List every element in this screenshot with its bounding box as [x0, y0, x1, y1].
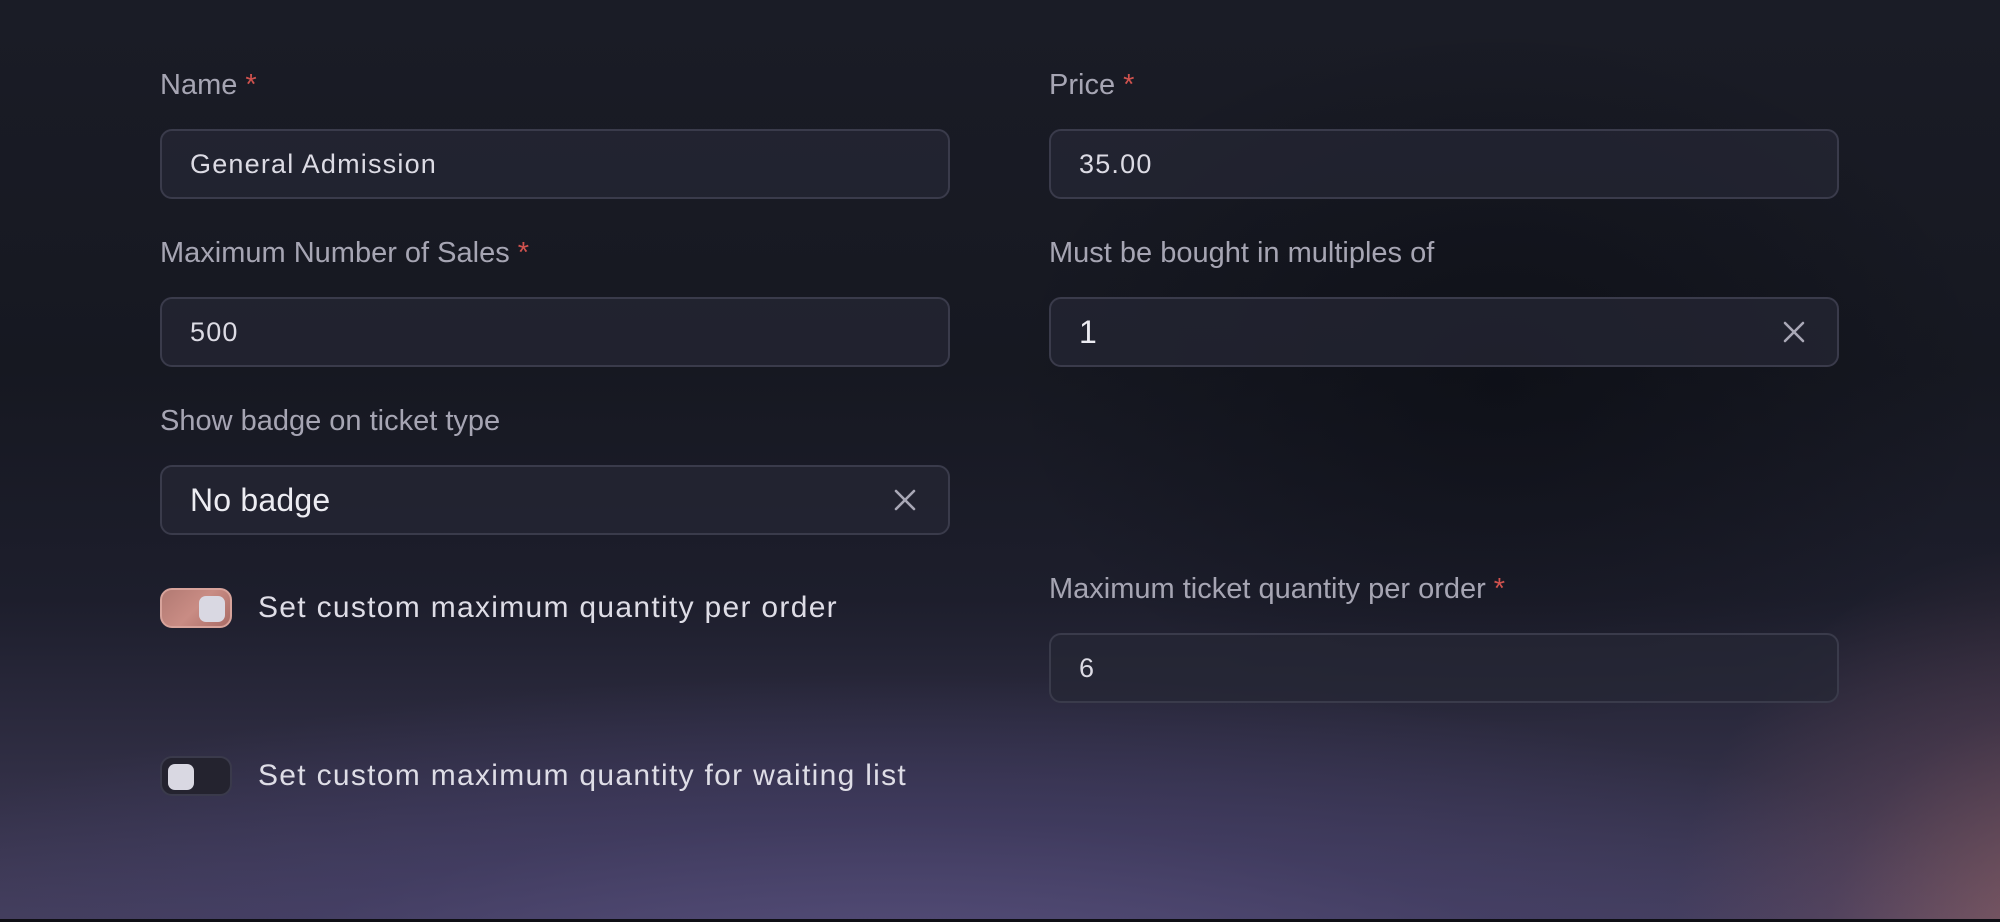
toggle-knob	[199, 596, 225, 622]
close-icon[interactable]	[1781, 319, 1807, 345]
max-sales-input[interactable]: 500	[160, 297, 950, 367]
custom-max-per-order-label: Set custom maximum quantity per order	[258, 591, 838, 624]
badge-label: Show badge on ticket type	[160, 404, 500, 438]
badge-label-text: Show badge on ticket type	[160, 405, 501, 437]
price-input-value: 35.00	[1079, 148, 1153, 179]
name-input-value: General Admission	[190, 148, 438, 179]
custom-max-per-order-toggle[interactable]	[160, 588, 232, 628]
name-label: Name *	[160, 68, 257, 102]
custom-max-waiting-list-label: Set custom maximum quantity for waiting …	[258, 759, 908, 792]
price-label: Price *	[1049, 68, 1134, 102]
required-mark: *	[517, 237, 530, 269]
required-mark: *	[1493, 573, 1506, 605]
max-sales-input-value: 500	[190, 316, 239, 347]
custom-max-per-order-row: Set custom maximum quantity per order	[160, 588, 838, 628]
multiples-label: Must be bought in multiples of	[1049, 236, 1434, 270]
close-icon[interactable]	[892, 487, 918, 513]
max-per-order-label-text: Maximum ticket quantity per order	[1049, 573, 1486, 605]
multiples-select[interactable]: 1	[1049, 297, 1839, 367]
max-sales-label: Maximum Number of Sales *	[160, 236, 529, 270]
badge-select[interactable]: No badge	[160, 465, 950, 535]
custom-max-waiting-list-row: Set custom maximum quantity for waiting …	[160, 756, 907, 796]
max-per-order-label: Maximum ticket quantity per order *	[1049, 572, 1505, 606]
max-per-order-input-value: 6	[1079, 652, 1096, 683]
required-mark: *	[245, 69, 257, 101]
required-mark: *	[1123, 69, 1135, 101]
badge-select-value: No badge	[190, 481, 331, 518]
max-per-order-input[interactable]: 6	[1049, 633, 1839, 703]
name-label-text: Name	[160, 69, 238, 101]
price-input[interactable]: 35.00	[1049, 129, 1839, 199]
price-label-text: Price	[1049, 69, 1116, 101]
custom-max-waiting-list-toggle[interactable]	[160, 756, 232, 796]
toggle-knob	[168, 764, 194, 790]
max-sales-label-text: Maximum Number of Sales	[160, 237, 510, 269]
multiples-label-text: Must be bought in multiples of	[1049, 237, 1435, 269]
multiples-select-value: 1	[1079, 313, 1097, 350]
name-input[interactable]: General Admission	[160, 129, 950, 199]
